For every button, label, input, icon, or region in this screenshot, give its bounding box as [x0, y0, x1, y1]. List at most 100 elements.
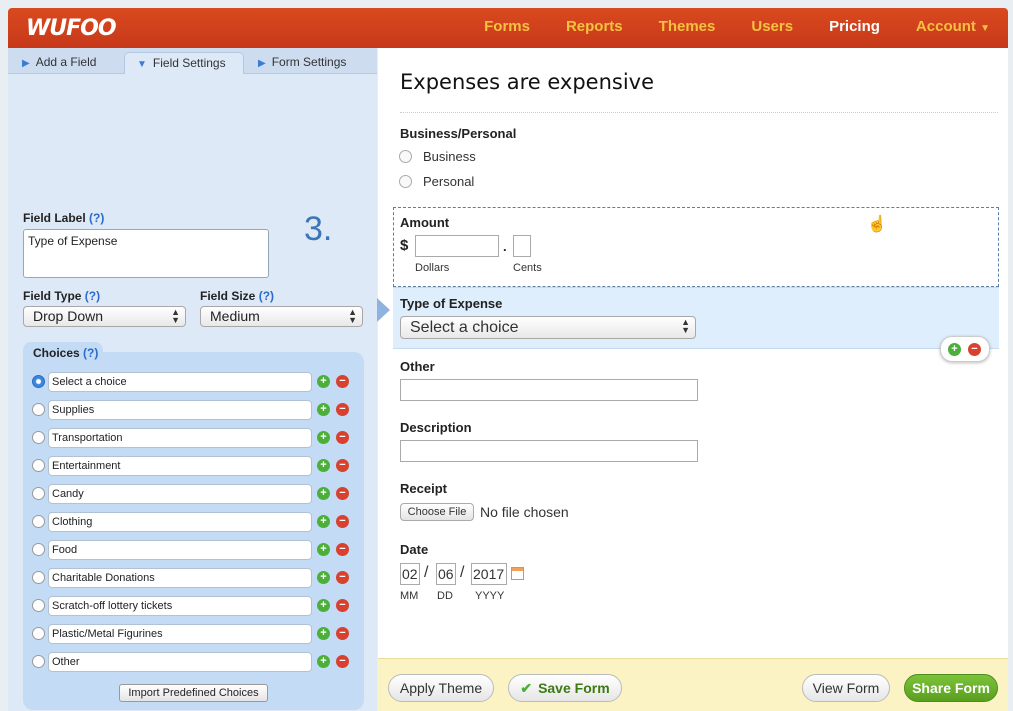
field-size-heading: Field Size (?)	[200, 289, 274, 303]
choice-default-radio[interactable]	[32, 543, 45, 556]
choice-default-radio[interactable]	[32, 459, 45, 472]
choice-default-radio[interactable]	[32, 655, 45, 668]
remove-choice-icon[interactable]: −	[336, 375, 349, 388]
remove-choice-icon[interactable]: −	[336, 431, 349, 444]
nav-forms[interactable]: Forms	[466, 8, 548, 48]
field-size-select[interactable]: Medium ▲ ▼	[200, 306, 363, 327]
dollars-input[interactable]	[415, 235, 499, 257]
choice-input[interactable]: Candy	[48, 484, 312, 504]
choice-default-radio[interactable]	[32, 375, 45, 388]
field-type-text: Field Type	[23, 289, 82, 303]
choice-input[interactable]: Entertainment	[48, 456, 312, 476]
choice-input[interactable]: Transportation	[48, 428, 312, 448]
nav-account[interactable]: Account ▼	[898, 8, 1008, 48]
remove-choice-icon[interactable]: −	[336, 627, 349, 640]
choice-default-radio[interactable]	[32, 515, 45, 528]
date-month-input[interactable]: 02	[400, 563, 420, 585]
choice-input[interactable]: Scratch-off lottery tickets	[48, 596, 312, 616]
nav-reports[interactable]: Reports	[548, 8, 641, 48]
radio-business[interactable]	[399, 150, 412, 163]
remove-choice-icon[interactable]: −	[336, 515, 349, 528]
add-choice-icon[interactable]: +	[317, 515, 330, 528]
choice-input[interactable]: Other	[48, 652, 312, 672]
choice-input[interactable]: Charitable Donations	[48, 568, 312, 588]
hand-cursor-icon: ☝	[867, 216, 887, 233]
tab-field-settings[interactable]: ▼ Field Settings	[124, 52, 244, 74]
help-link[interactable]: (?)	[83, 346, 98, 360]
other-label: Other	[400, 359, 435, 374]
add-choice-icon[interactable]: +	[317, 655, 330, 668]
remove-choice-icon[interactable]: −	[336, 571, 349, 584]
choice-default-radio[interactable]	[32, 431, 45, 444]
choice-default-radio[interactable]	[32, 627, 45, 640]
other-input[interactable]	[400, 379, 698, 401]
date-yyyy-sublabel: YYYY	[475, 590, 505, 602]
wufoo-logo[interactable]: WUFOO	[26, 16, 117, 41]
form-title[interactable]: Expenses are expensive	[400, 70, 654, 94]
description-input[interactable]	[400, 440, 698, 462]
add-choice-icon[interactable]: +	[317, 627, 330, 640]
choice-input[interactable]: Select a choice	[48, 372, 312, 392]
view-form-button[interactable]: View Form	[802, 674, 890, 702]
field-settings-panel: ▶ Add a Field ▼ Field Settings ▶ Form Setti…	[8, 48, 377, 711]
nav-account-label: Account	[915, 18, 976, 35]
cents-input[interactable]	[513, 235, 531, 257]
field-label-input[interactable]: Type of Expense	[23, 229, 269, 278]
add-choice-icon[interactable]: +	[317, 459, 330, 472]
choose-file-button[interactable]: Choose File	[400, 503, 474, 521]
add-choice-icon[interactable]: +	[317, 571, 330, 584]
add-choice-icon[interactable]: +	[317, 487, 330, 500]
date-slash: /	[424, 564, 429, 581]
choice-input[interactable]: Plastic/Metal Figurines	[48, 624, 312, 644]
date-year-input[interactable]: 2017	[471, 563, 507, 585]
remove-choice-icon[interactable]: −	[336, 543, 349, 556]
choice-row: Entertainment + −	[32, 456, 362, 476]
date-day-input[interactable]: 06	[436, 563, 456, 585]
tab-form-settings[interactable]: ▶ Form Settings	[246, 52, 374, 74]
apply-theme-button[interactable]: Apply Theme	[388, 674, 494, 702]
triangle-down-icon: ▼	[137, 59, 147, 70]
tab-add-field[interactable]: ▶ Add a Field	[10, 52, 124, 74]
choice-default-radio[interactable]	[32, 571, 45, 584]
field-size-value: Medium	[210, 308, 260, 324]
date-mm-sublabel: MM	[400, 590, 419, 602]
calendar-icon[interactable]	[511, 567, 524, 580]
nav-themes[interactable]: Themes	[641, 8, 734, 48]
choice-default-radio[interactable]	[32, 403, 45, 416]
choice-row: Transportation + −	[32, 428, 362, 448]
add-choice-icon[interactable]: +	[317, 543, 330, 556]
remove-choice-icon[interactable]: −	[336, 403, 349, 416]
import-predefined-choices-button[interactable]: Import Predefined Choices	[119, 684, 268, 702]
choice-input[interactable]: Supplies	[48, 400, 312, 420]
add-choice-icon[interactable]: +	[317, 599, 330, 612]
share-form-button[interactable]: Share Form	[904, 674, 998, 702]
remove-choice-icon[interactable]: −	[336, 487, 349, 500]
remove-field-icon[interactable]: −	[968, 343, 981, 356]
add-choice-icon[interactable]: +	[317, 375, 330, 388]
remove-choice-icon[interactable]: −	[336, 459, 349, 472]
type-of-expense-label: Type of Expense	[400, 296, 503, 311]
add-choice-icon[interactable]: +	[317, 431, 330, 444]
help-link[interactable]: (?)	[259, 289, 274, 303]
date-label: Date	[400, 542, 429, 557]
radio-business-label: Business	[423, 149, 476, 164]
top-bar: WUFOO Forms Reports Themes Users Pricing…	[8, 8, 1008, 48]
remove-choice-icon[interactable]: −	[336, 599, 349, 612]
choice-input[interactable]: Clothing	[48, 512, 312, 532]
help-link[interactable]: (?)	[89, 211, 104, 225]
field-type-select[interactable]: Drop Down ▲ ▼	[23, 306, 186, 327]
remove-choice-icon[interactable]: −	[336, 655, 349, 668]
type-of-expense-select[interactable]: Select a choice ▲ ▼	[400, 316, 696, 339]
choice-default-radio[interactable]	[32, 599, 45, 612]
help-link[interactable]: (?)	[85, 289, 100, 303]
nav-pricing[interactable]: Pricing	[811, 8, 898, 48]
add-field-icon[interactable]: +	[948, 343, 961, 356]
choice-default-radio[interactable]	[32, 487, 45, 500]
add-choice-icon[interactable]: +	[317, 403, 330, 416]
radio-personal[interactable]	[399, 175, 412, 188]
nav-users[interactable]: Users	[733, 8, 811, 48]
triangle-right-icon: ▶	[22, 58, 30, 69]
save-form-button[interactable]: ✔ Save Form	[508, 674, 622, 702]
step-number: 3.	[304, 210, 333, 248]
choice-input[interactable]: Food	[48, 540, 312, 560]
